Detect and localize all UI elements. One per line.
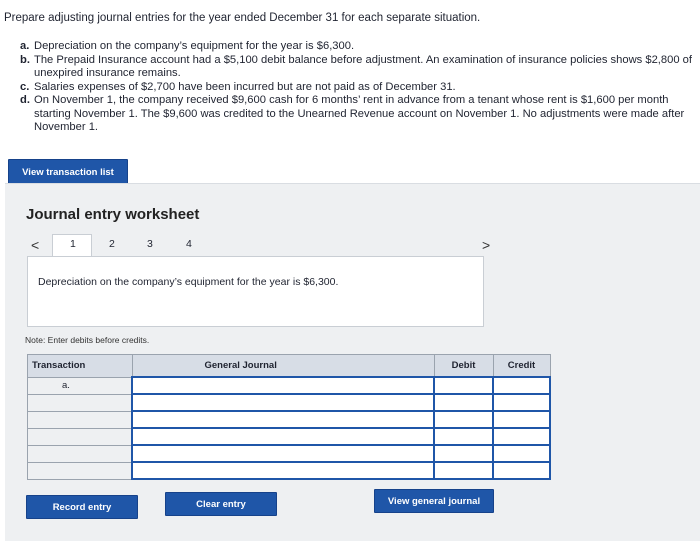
- debit-input[interactable]: [433, 427, 494, 446]
- credit-input[interactable]: [492, 461, 551, 480]
- situation-text: Depreciation on the company’s equipment …: [34, 40, 355, 52]
- table-row: [27, 393, 551, 412]
- account-input[interactable]: [131, 444, 435, 463]
- transaction-cell: [27, 461, 133, 480]
- debit-input[interactable]: [433, 444, 494, 463]
- worksheet-title: Journal entry worksheet: [26, 206, 200, 223]
- debit-input[interactable]: [433, 410, 494, 429]
- transaction-cell: a.: [27, 376, 133, 395]
- page-tab-4[interactable]: 4: [186, 238, 192, 250]
- table-row: [27, 410, 551, 429]
- debit-input[interactable]: [433, 461, 494, 480]
- credit-input[interactable]: [492, 410, 551, 429]
- situation-letter: d.: [20, 94, 30, 106]
- credit-input[interactable]: [492, 427, 551, 446]
- header-credit: Credit: [492, 354, 551, 378]
- debit-input[interactable]: [433, 393, 494, 412]
- page-tab-2[interactable]: 2: [109, 238, 115, 250]
- worksheet-pager: < 1 2 3 4 >: [27, 234, 507, 261]
- table-row: [27, 444, 551, 463]
- record-entry-button[interactable]: Record entry: [26, 495, 138, 519]
- account-input[interactable]: [131, 393, 435, 412]
- situation-list: a. Depreciation on the company’s equipme…: [20, 40, 700, 135]
- account-input[interactable]: [131, 410, 435, 429]
- view-transaction-list-button[interactable]: View transaction list: [8, 159, 128, 185]
- journal-table: Transaction General Journal Debit Credit…: [27, 354, 551, 480]
- situation-b: b. The Prepaid Insurance account had a $…: [20, 54, 700, 81]
- situation-letter: a.: [20, 40, 30, 52]
- header-general-journal: General Journal: [131, 354, 435, 378]
- situation-c: c. Salaries expenses of $2,700 have been…: [20, 81, 700, 95]
- situation-a: a. Depreciation on the company’s equipme…: [20, 40, 700, 54]
- situation-text: Salaries expenses of $2,700 have been in…: [34, 80, 456, 93]
- page-tab-1[interactable]: 1: [70, 238, 76, 250]
- header-transaction: Transaction: [27, 354, 133, 378]
- account-input[interactable]: [131, 427, 435, 446]
- table-header-row: Transaction General Journal Debit Credit: [27, 354, 551, 378]
- transaction-description-box: Depreciation on the company’s equipment …: [27, 256, 484, 327]
- debit-input[interactable]: [433, 376, 494, 395]
- account-input[interactable]: [131, 461, 435, 480]
- table-row: [27, 461, 551, 480]
- page-tab-3[interactable]: 3: [147, 238, 153, 250]
- table-row: [27, 427, 551, 446]
- credit-input[interactable]: [492, 393, 551, 412]
- transaction-cell: [27, 410, 133, 429]
- table-row: a.: [27, 376, 551, 395]
- prev-page-icon[interactable]: <: [31, 237, 39, 253]
- situation-text: On November 1, the company received $9,6…: [34, 94, 685, 133]
- situation-letter: c.: [20, 80, 30, 93]
- view-general-journal-button[interactable]: View general journal: [374, 489, 494, 513]
- instructions: Prepare adjusting journal entries for th…: [4, 12, 481, 24]
- next-page-icon[interactable]: >: [482, 237, 490, 253]
- situation-letter: b.: [20, 53, 30, 66]
- journal-worksheet-panel: Journal entry worksheet < 1 2 3 4 > Depr…: [5, 183, 700, 541]
- header-debit: Debit: [433, 354, 494, 378]
- credit-input[interactable]: [492, 376, 551, 395]
- entry-note: Note: Enter debits before credits.: [25, 335, 150, 345]
- transaction-cell: [27, 393, 133, 412]
- credit-input[interactable]: [492, 444, 551, 463]
- situation-d: d. On November 1, the company received $…: [20, 94, 700, 135]
- clear-entry-button[interactable]: Clear entry: [165, 492, 277, 516]
- transaction-cell: [27, 427, 133, 446]
- transaction-cell: [27, 444, 133, 463]
- situation-text: The Prepaid Insurance account had a $5,1…: [34, 53, 693, 80]
- account-input[interactable]: [131, 376, 435, 395]
- transaction-description: Depreciation on the company’s equipment …: [38, 276, 339, 288]
